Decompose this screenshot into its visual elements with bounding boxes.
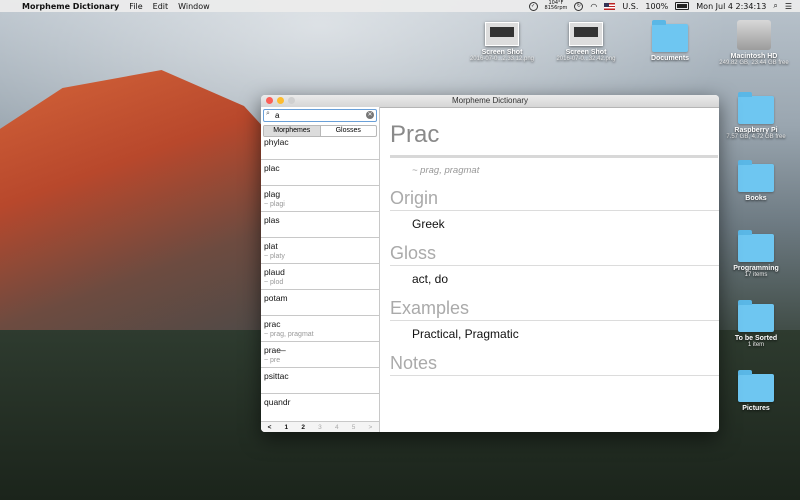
desktop-pictures[interactable]: Pictures [716, 370, 796, 412]
page-5-button[interactable]: 5 [352, 424, 356, 431]
notification-center-icon[interactable]: ☰ [785, 2, 792, 11]
list-item[interactable]: plas [261, 212, 379, 238]
desktop-documents[interactable]: Documents [630, 20, 710, 62]
desktop-screenshot-2[interactable]: Screen Shot 2016-07-0...32.42.png [546, 22, 626, 62]
search-field[interactable]: ⌕ ✕ [263, 109, 377, 122]
headword-variants: ~ prag, pragmat [412, 165, 480, 176]
menu-window[interactable]: Window [178, 2, 210, 11]
examples-heading: Examples [390, 298, 470, 318]
list-item[interactable]: quandr [261, 394, 379, 420]
list-item[interactable]: plac [261, 160, 379, 186]
headword: Prac [390, 121, 440, 148]
list-item[interactable]: plat ~ platy [261, 238, 379, 264]
desktop-books[interactable]: Books [716, 160, 796, 202]
status-check-icon[interactable]: ✓ [528, 1, 538, 11]
list-item[interactable]: psittac [261, 368, 379, 394]
list-item[interactable]: prac ~ prag, pragmat [261, 316, 379, 342]
fan-readout: 8156rpm [544, 5, 568, 11]
app-window: Morpheme Dictionary ⌕ ✕ Morphemes Glosse… [261, 95, 719, 432]
morpheme-list: phylac plac plag ~ plagi plas plat ~ pla… [261, 134, 379, 420]
notes-heading: Notes [390, 353, 438, 373]
folder-icon [738, 160, 774, 192]
page-3-button[interactable]: 3 [318, 424, 322, 431]
page-4-button[interactable]: 4 [335, 424, 339, 431]
hard-drive-icon [737, 20, 771, 50]
battery-icon[interactable] [675, 2, 690, 10]
section-divider [390, 375, 719, 376]
wifi-icon[interactable]: ◠ [590, 2, 597, 11]
sync-icon[interactable]: ↻ [574, 1, 584, 11]
clock[interactable]: Mon Jul 4 2:34:13 [696, 2, 766, 11]
list-item[interactable]: prae– ~ pre [261, 342, 379, 368]
page-2-button[interactable]: 2 [301, 424, 305, 431]
temperature-monitor[interactable]: 104°F 8156rpm [545, 1, 568, 11]
list-item[interactable]: phylac [261, 134, 379, 160]
folder-icon [738, 300, 774, 332]
origin-heading: Origin [390, 188, 439, 208]
us-flag-icon[interactable] [604, 2, 616, 10]
folder-icon [738, 92, 774, 124]
list-item[interactable]: plag ~ plagi [261, 186, 379, 212]
desktop-screenshot-1[interactable]: Screen Shot 2016-07-0...2.33.12.png [462, 22, 542, 62]
pagination: < 1 2 3 4 5 > [261, 421, 379, 432]
next-page-button[interactable]: > [369, 424, 373, 431]
desktop-raspberry-pi[interactable]: Raspberry Pi 7.57 GB, 4.72 GB free [716, 92, 796, 140]
battery-percent[interactable]: 100% [645, 2, 668, 11]
menu-bar: Morpheme Dictionary File Edit Window ✓ 1… [0, 0, 800, 12]
folder-icon [738, 370, 774, 402]
page-1-button[interactable]: 1 [285, 424, 289, 431]
desktop-programming[interactable]: Programming 17 items [716, 230, 796, 278]
headword-divider [390, 155, 718, 158]
input-source-label[interactable]: U.S. [622, 2, 638, 11]
screenshot-thumbnail-icon [485, 22, 519, 46]
list-item[interactable]: potam [261, 290, 379, 316]
search-icon: ⌕ [266, 110, 270, 117]
section-divider [390, 320, 719, 321]
spotlight-search-icon[interactable]: ⌕ [773, 1, 777, 11]
morpheme-detail: Prac ~ prag, pragmat Origin Greek Gloss … [390, 107, 719, 432]
menu-app-name[interactable]: Morpheme Dictionary [22, 2, 119, 11]
search-input[interactable] [275, 110, 365, 120]
sidebar: ⌕ ✕ Morphemes Glosses phylac plac plag ~… [261, 107, 380, 432]
clear-search-icon[interactable]: ✕ [366, 111, 374, 119]
minimize-window-button[interactable] [277, 97, 284, 104]
close-window-button[interactable] [266, 97, 273, 104]
desktop-to-be-sorted[interactable]: To be Sorted 1 item [716, 300, 796, 348]
screenshot-thumbnail-icon [569, 22, 603, 46]
prev-page-button[interactable]: < [268, 424, 272, 431]
gloss-value: act, do [412, 272, 449, 286]
folder-icon [738, 230, 774, 262]
section-divider [390, 265, 719, 266]
gloss-heading: Gloss [390, 243, 437, 263]
folder-icon [652, 20, 688, 52]
section-divider [390, 210, 719, 211]
zoom-window-button[interactable] [288, 97, 295, 104]
menu-edit[interactable]: Edit [153, 2, 169, 11]
menu-file[interactable]: File [129, 2, 142, 11]
list-item[interactable]: plaud ~ plod [261, 264, 379, 290]
origin-value: Greek [412, 217, 445, 231]
examples-value: Practical, Pragmatic [412, 327, 519, 341]
desktop-macintosh-hd[interactable]: Macintosh HD 249.82 GB, 23.44 GB free [714, 20, 794, 66]
window-title: Morpheme Dictionary [451, 96, 529, 105]
